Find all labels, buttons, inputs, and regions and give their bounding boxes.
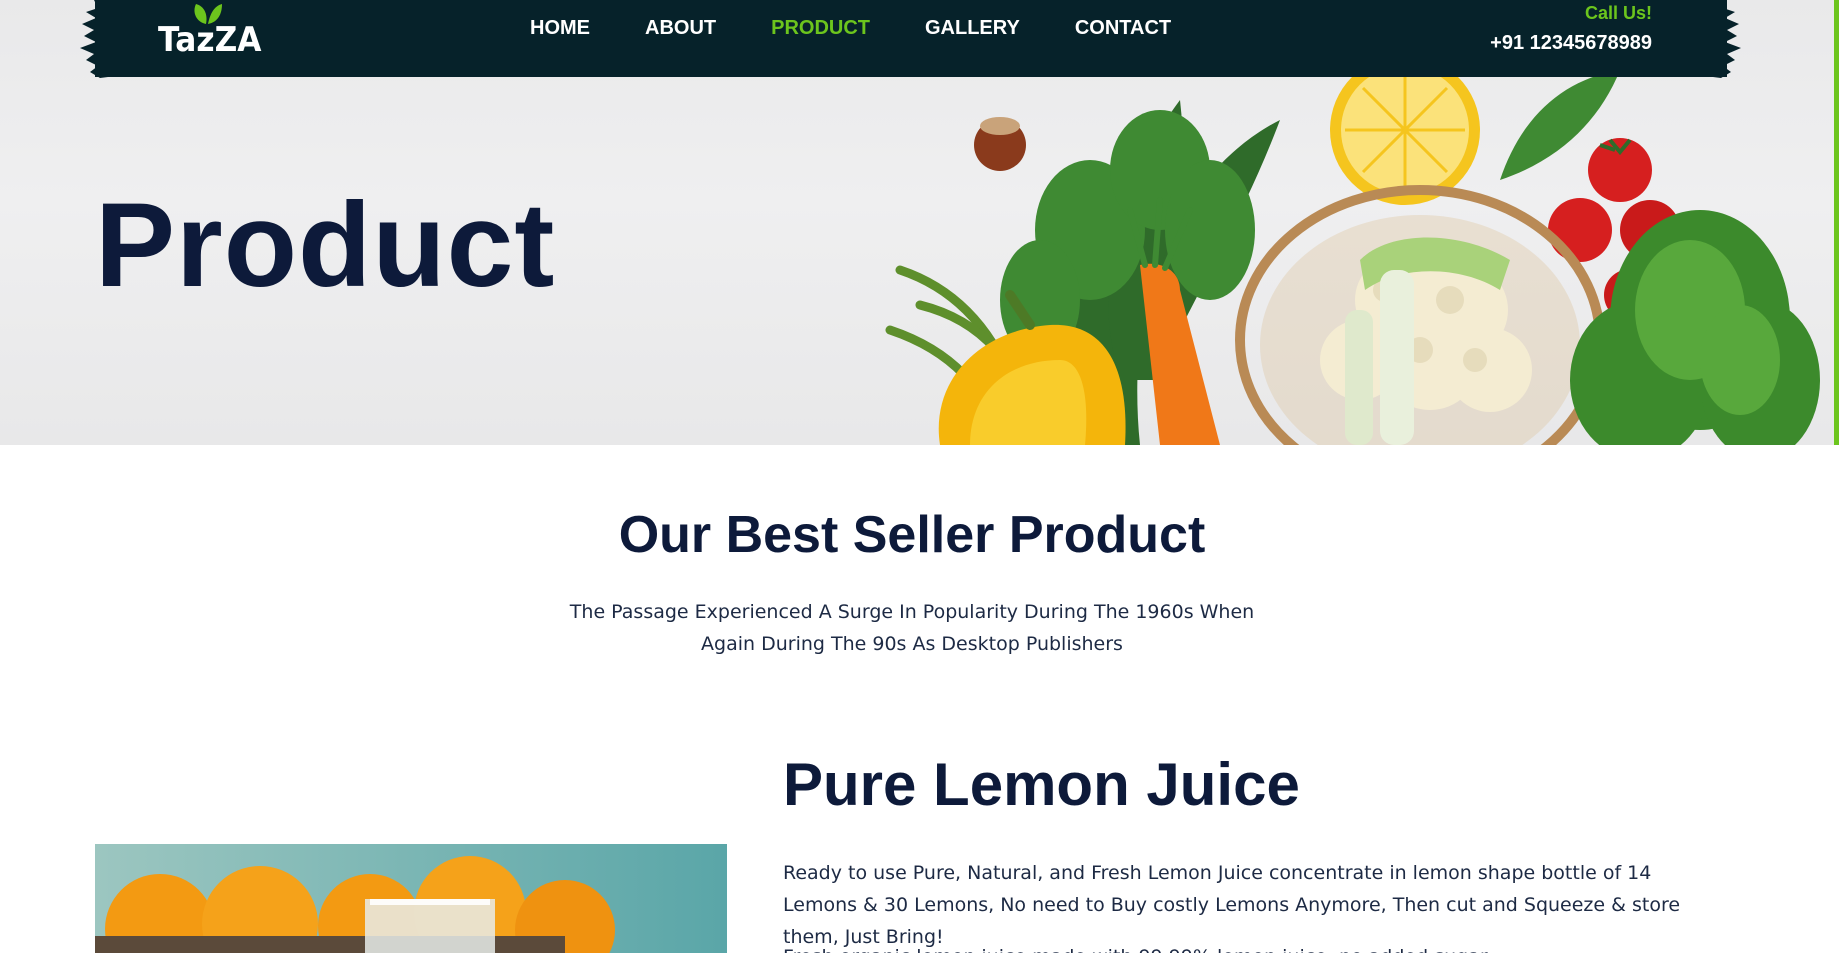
- product-description: Ready to use Pure, Natural, and Fresh Le…: [783, 862, 1681, 948]
- navbar-brush-edge-left: [80, 0, 108, 78]
- best-seller-subtitle: The Passage Experienced A Surge In Popul…: [0, 596, 1824, 660]
- best-seller-title: Our Best Seller Product: [618, 506, 1206, 564]
- product-name: Pure Lemon Juice: [783, 751, 1300, 818]
- call-us-box: Call Us! +91 12345678989: [1490, 3, 1652, 54]
- logo-text: TazZA: [158, 20, 262, 60]
- call-us-label: Call Us!: [1584, 3, 1652, 23]
- main-nav: HOME ABOUT PRODUCT GALLERY CONTACT: [530, 0, 1226, 56]
- page-scrollbar[interactable]: [1834, 0, 1839, 445]
- nav-item-contact[interactable]: CONTACT: [1075, 17, 1171, 40]
- best-seller-subtitle-line-1: The Passage Experienced A Surge In Popul…: [569, 601, 1255, 623]
- product-description-2: Fresh organic lemon juice made with 99.9…: [783, 941, 1723, 953]
- vegetables-image: [885, 60, 1820, 445]
- nav-item-product[interactable]: PRODUCT: [771, 17, 870, 40]
- phone-number-link[interactable]: +91 12345678989: [1490, 32, 1652, 54]
- nav-item-about[interactable]: ABOUT: [645, 17, 716, 40]
- page-title: Product: [95, 178, 556, 312]
- product-image: [95, 844, 727, 953]
- lemon-juice-photo: [95, 844, 727, 953]
- nav-item-gallery[interactable]: GALLERY: [925, 17, 1020, 40]
- nav-item-home[interactable]: HOME: [530, 17, 590, 40]
- navbar-brush-edge-right: [1713, 0, 1741, 78]
- best-seller-subtitle-line-2: Again During The 90s As Desktop Publishe…: [701, 633, 1123, 655]
